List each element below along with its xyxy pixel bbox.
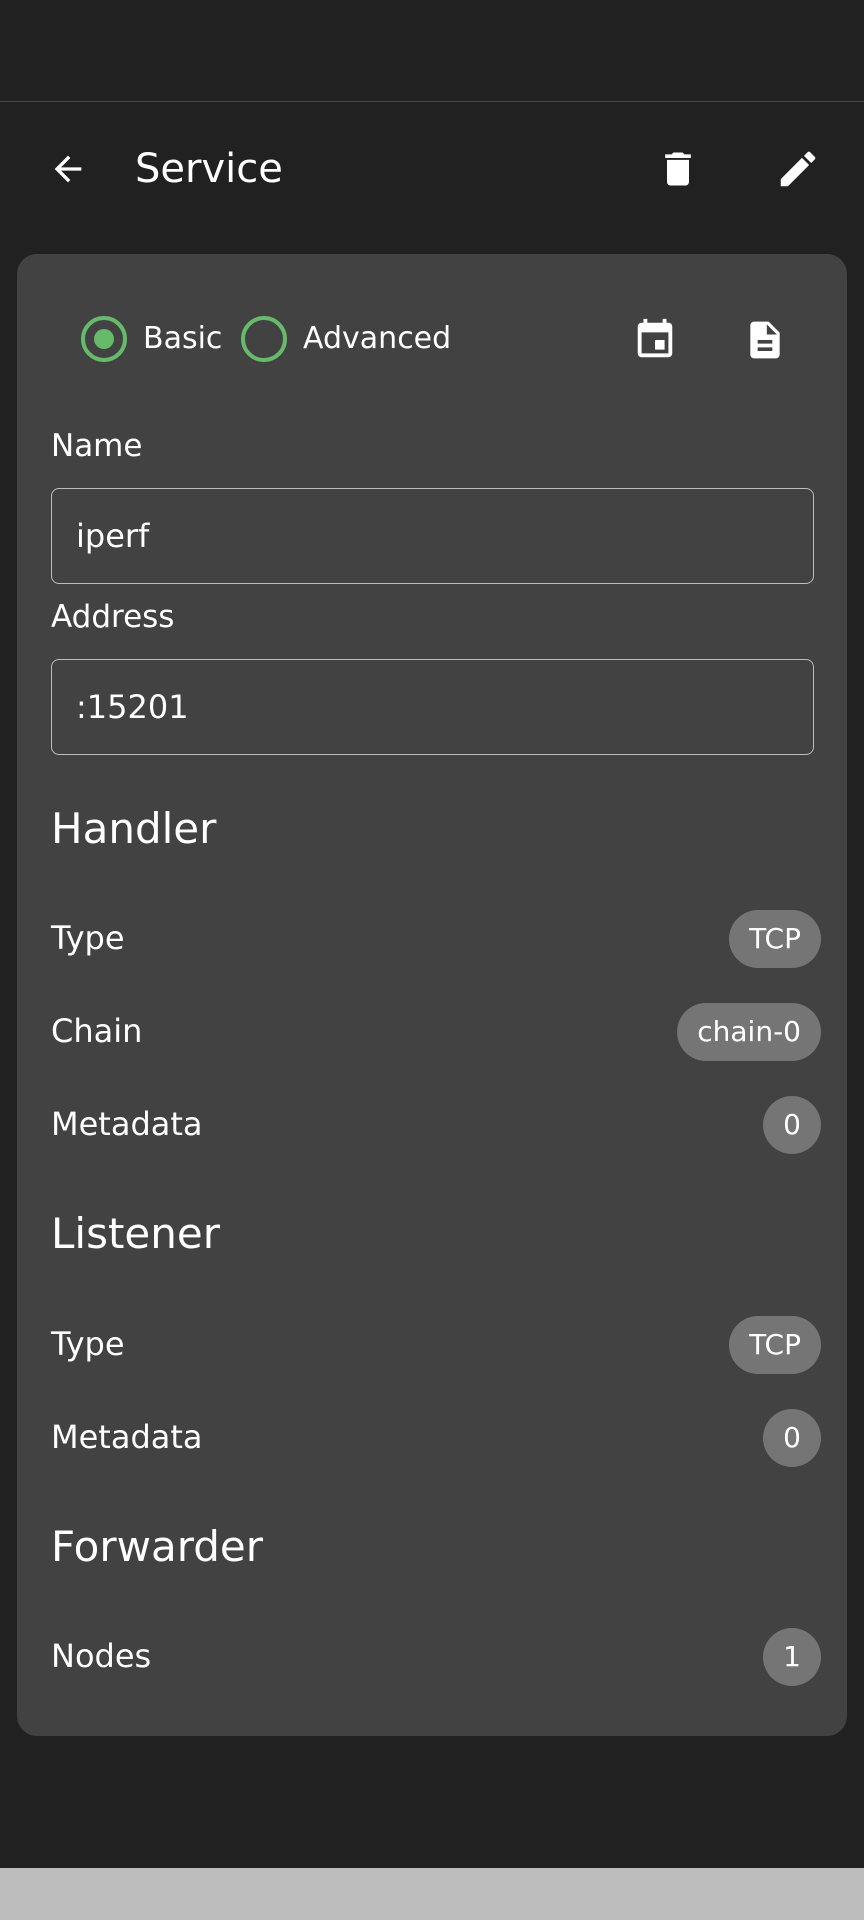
handler-chain-chip[interactable]: chain-0 [677,1003,821,1061]
handler-section-title: Handler [51,804,217,853]
calendar-icon[interactable] [631,314,679,366]
handler-chain-label: Chain [51,1012,143,1050]
forwarder-section-title: Forwarder [51,1522,264,1571]
handler-type-row[interactable]: Type TCP [51,908,821,968]
mode-selector: Basic Advanced [63,314,803,366]
handler-metadata-label: Metadata [51,1105,203,1143]
name-field[interactable] [51,488,814,584]
listener-metadata-label: Metadata [51,1418,203,1456]
trash-icon[interactable] [656,145,700,193]
handler-type-chip[interactable]: TCP [729,910,821,968]
handler-chain-row[interactable]: Chain chain-0 [51,1001,821,1061]
name-label: Name [51,428,143,464]
listener-metadata-row[interactable]: Metadata 0 [51,1407,821,1467]
listener-metadata-count[interactable]: 0 [763,1409,821,1467]
service-card: Basic Advanced Name Address Handler Type… [17,254,847,1736]
handler-metadata-row[interactable]: Metadata 0 [51,1094,821,1154]
page-title: Service [135,146,283,192]
pencil-icon[interactable] [774,145,822,193]
radio-advanced[interactable] [241,316,287,362]
listener-section-title: Listener [51,1209,220,1258]
navigation-bar [0,1868,864,1920]
radio-advanced-label[interactable]: Advanced [303,320,451,358]
listener-type-chip[interactable]: TCP [729,1316,821,1374]
address-label: Address [51,599,175,635]
handler-type-label: Type [51,919,125,957]
listener-type-row[interactable]: Type TCP [51,1314,821,1374]
radio-basic[interactable] [81,316,127,362]
app-bar: Service [0,103,864,235]
forwarder-nodes-row[interactable]: Nodes 1 [51,1626,821,1686]
listener-type-label: Type [51,1325,125,1363]
forwarder-nodes-label: Nodes [51,1637,152,1675]
handler-metadata-count[interactable]: 0 [763,1096,821,1154]
arrow-back-icon[interactable] [46,147,90,191]
address-field[interactable] [51,659,814,755]
document-icon[interactable] [741,314,789,366]
status-bar [0,0,864,102]
forwarder-nodes-count[interactable]: 1 [763,1628,821,1686]
radio-basic-label[interactable]: Basic [143,320,222,358]
